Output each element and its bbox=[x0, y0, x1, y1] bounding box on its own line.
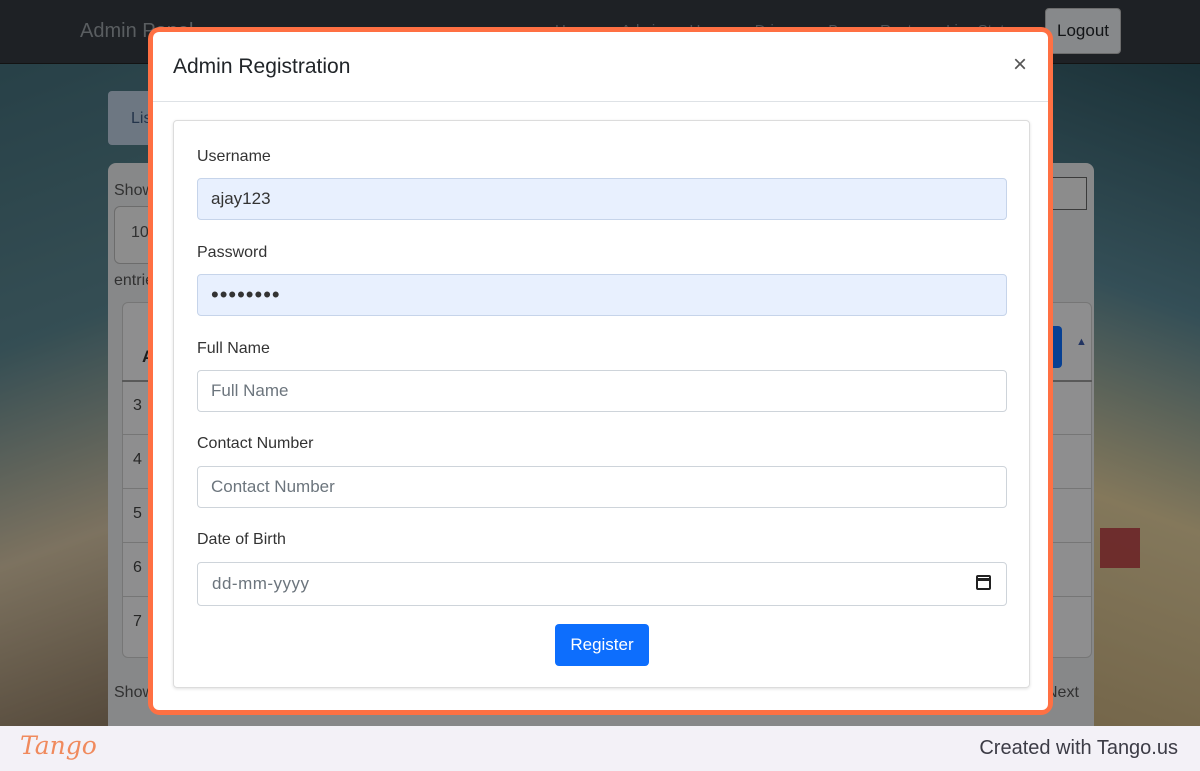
admin-registration-modal: Admin Registration × Username Password F… bbox=[153, 32, 1048, 710]
modal-header: Admin Registration × bbox=[153, 32, 1048, 102]
username-label: Username bbox=[197, 148, 271, 165]
registration-form: Username Password Full Name Contact Numb… bbox=[173, 120, 1030, 688]
tango-logo: Tango bbox=[20, 731, 97, 760]
calendar-icon[interactable] bbox=[976, 575, 991, 590]
password-field[interactable] bbox=[197, 274, 1007, 316]
tango-caption: Created with Tango.us bbox=[979, 737, 1178, 759]
username-field[interactable] bbox=[197, 178, 1007, 220]
tango-footer: Tango Created with Tango.us bbox=[0, 726, 1200, 771]
date-placeholder: dd-mm-yyyy bbox=[212, 574, 310, 593]
modal-title: Admin Registration bbox=[173, 55, 351, 78]
full-name-field[interactable] bbox=[197, 370, 1007, 412]
date-of-birth-field[interactable]: dd-mm-yyyy bbox=[197, 562, 1007, 606]
register-button[interactable]: Register bbox=[555, 624, 649, 666]
contact-number-field[interactable] bbox=[197, 466, 1007, 508]
close-icon[interactable]: × bbox=[1008, 52, 1032, 78]
full-name-label: Full Name bbox=[197, 340, 270, 357]
contact-number-label: Contact Number bbox=[197, 435, 314, 452]
password-label: Password bbox=[197, 244, 268, 261]
date-of-birth-label: Date of Birth bbox=[197, 531, 286, 548]
